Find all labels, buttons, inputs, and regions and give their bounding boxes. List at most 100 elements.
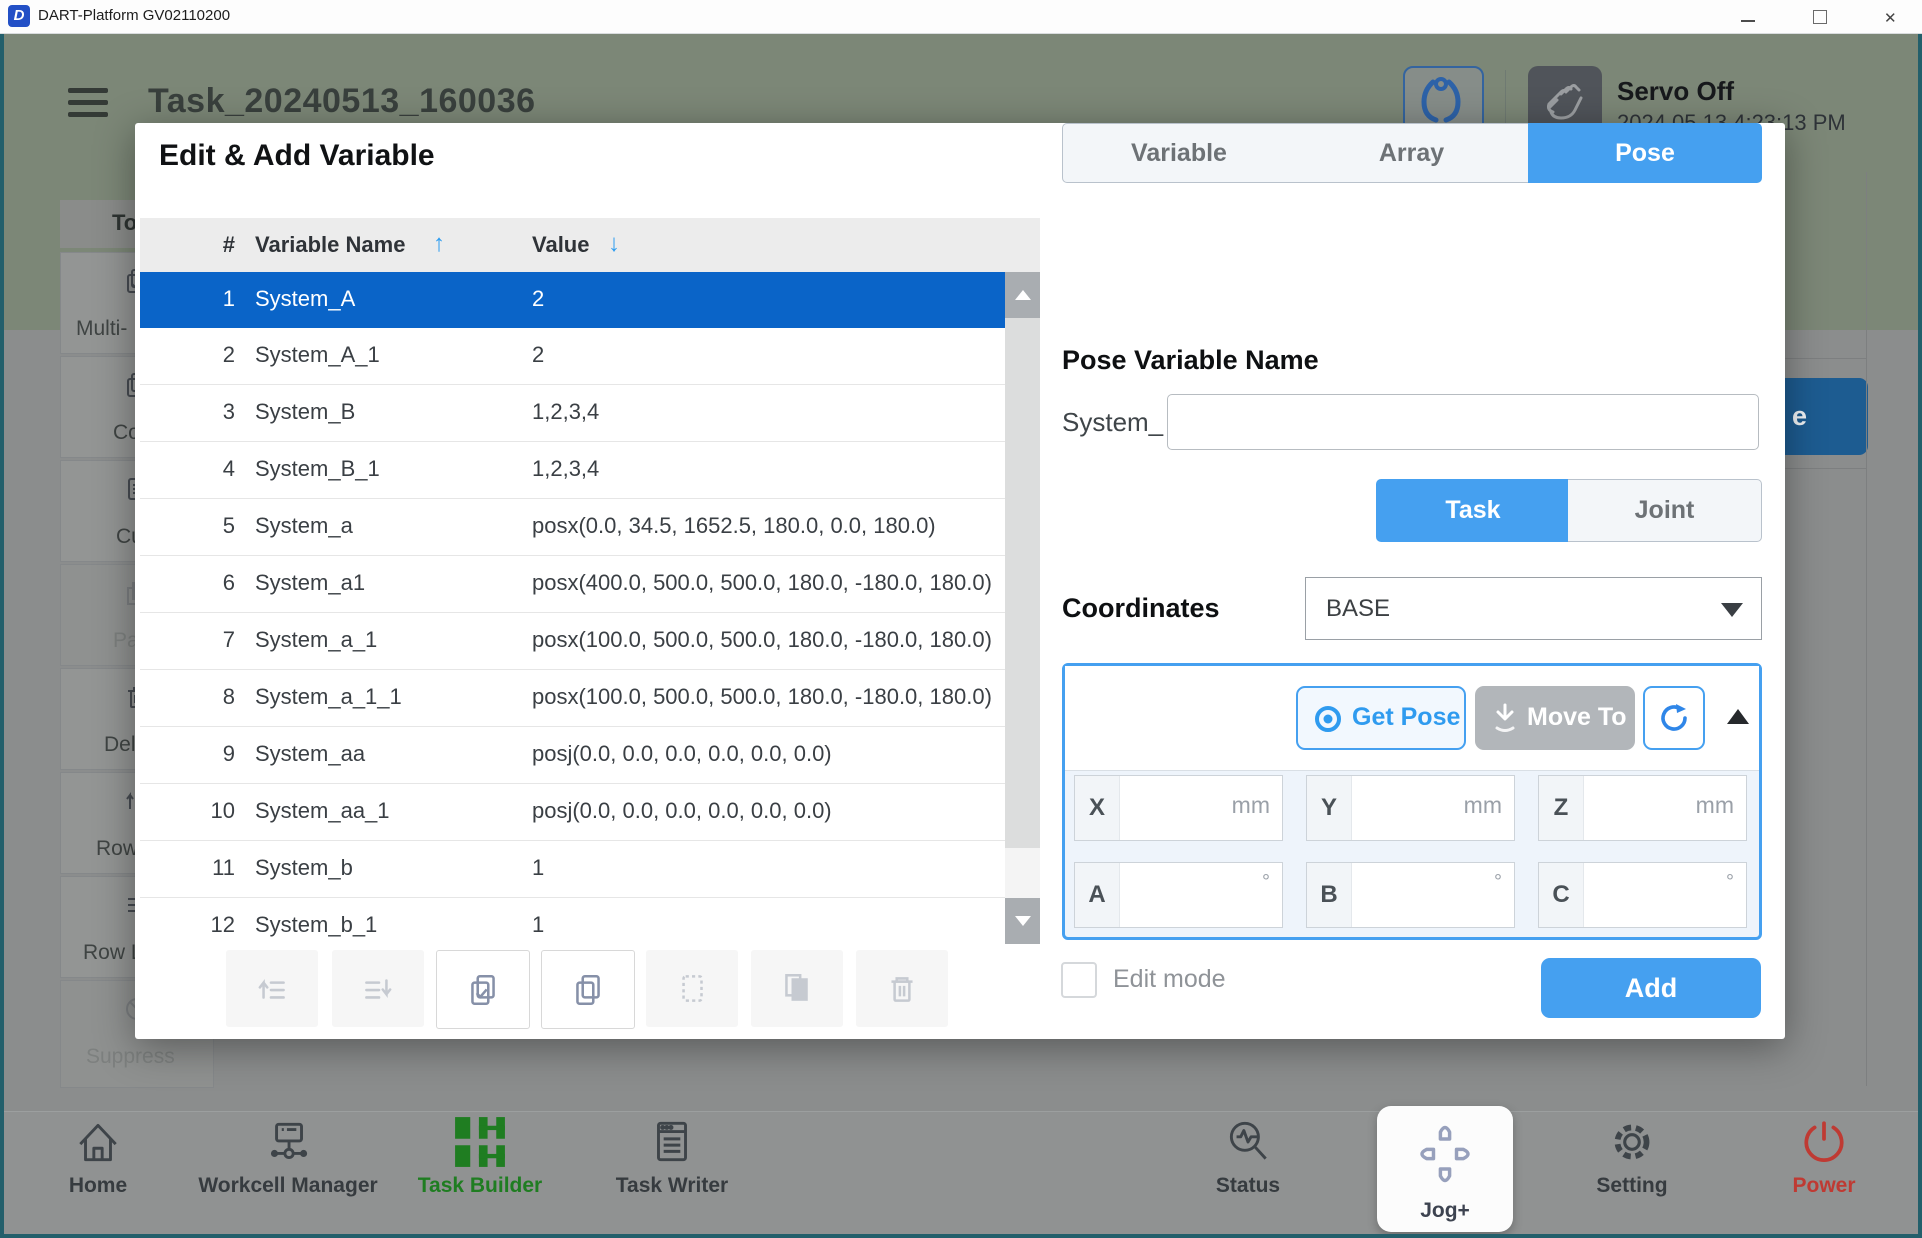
field-label: B	[1307, 863, 1352, 927]
table-cell: System_a_1_1	[255, 684, 402, 710]
table-cell: 12	[180, 912, 235, 938]
row-outdent-icon	[253, 970, 291, 1008]
tab-array[interactable]: Array	[1295, 123, 1529, 183]
table-row[interactable]: 5 System_a posx(0.0, 34.5, 1652.5, 180.0, …	[140, 499, 1005, 556]
delete-button[interactable]	[856, 950, 948, 1027]
table-row[interactable]: 8System_a_1_1posx(100.0, 500.0, 500.0, 1…	[140, 670, 1005, 727]
pose-field-x[interactable]: Xmm	[1074, 775, 1283, 841]
nav-workcell-manager[interactable]: Workcell Manager	[178, 1116, 398, 1228]
edit-mode-checkbox[interactable]	[1061, 962, 1097, 998]
coordinates-dropdown[interactable]: BASE	[1305, 577, 1762, 640]
table-cell: System_a1	[255, 570, 365, 596]
nav-setting[interactable]: Setting	[1542, 1116, 1722, 1228]
table-cell: 10	[180, 798, 235, 824]
coordinates-label: Coordinates	[1062, 593, 1220, 624]
copy-button[interactable]	[541, 950, 635, 1029]
field-unit: °	[1726, 871, 1734, 894]
scrollbar-thumb[interactable]	[1005, 318, 1040, 848]
add-button[interactable]: Add	[1541, 958, 1761, 1018]
nav-task-writer[interactable]: Task Writer	[582, 1116, 762, 1228]
task-builder-icon	[455, 1116, 505, 1168]
sidebar-item-label: Del	[104, 733, 136, 757]
window-close-button[interactable]: ✕	[1877, 6, 1907, 28]
table-row[interactable]: 6System_a1posx(400.0, 500.0, 500.0, 180.…	[140, 556, 1005, 613]
window-maximize-button[interactable]	[1805, 6, 1835, 28]
table-cell: System_B	[255, 399, 355, 425]
nav-task-builder[interactable]: Task Builder	[390, 1116, 570, 1228]
hand-icon	[1541, 78, 1589, 126]
row-indent-icon	[359, 970, 397, 1008]
table-cell: 1	[180, 286, 235, 312]
table-cell: 5	[180, 513, 235, 539]
toggle-joint[interactable]: Joint	[1568, 479, 1762, 542]
get-pose-button[interactable]: Get Pose	[1296, 686, 1466, 750]
table-row[interactable]: 12System_b_11	[140, 898, 1005, 944]
toggle-task[interactable]: Task	[1376, 479, 1570, 542]
field-unit: mm	[1696, 792, 1734, 819]
menu-hamburger-icon[interactable]	[68, 88, 108, 124]
table-row[interactable]: 2System_A_12	[140, 328, 1005, 385]
variable-name-input[interactable]	[1167, 394, 1759, 450]
table-row[interactable]: 3System_B1,2,3,4	[140, 385, 1005, 442]
select-all-button[interactable]	[436, 950, 530, 1029]
scroll-down-button[interactable]	[1005, 898, 1040, 944]
window-minimize-button[interactable]	[1733, 6, 1763, 28]
nav-jog[interactable]: Jog+	[1377, 1106, 1513, 1232]
duplicate-button[interactable]	[751, 950, 843, 1027]
table-row[interactable]: 7System_a_1posx(100.0, 500.0, 500.0, 180…	[140, 613, 1005, 670]
pose-field-z[interactable]: Zmm	[1538, 775, 1747, 841]
table-row[interactable]: 10System_aa_1posj(0.0, 0.0, 0.0, 0.0, 0.…	[140, 784, 1005, 841]
tab-pose[interactable]: Pose	[1528, 123, 1762, 183]
refresh-pose-button[interactable]	[1643, 686, 1705, 750]
copy-icon	[569, 971, 607, 1009]
pose-field-c[interactable]: C°	[1538, 862, 1747, 928]
paste-icon	[673, 970, 711, 1008]
row-indent-button[interactable]	[332, 950, 424, 1027]
column-value[interactable]: Value	[532, 232, 589, 258]
dialog-title: Edit & Add Variable	[159, 139, 435, 173]
window-close-icon: ✕	[1884, 9, 1897, 27]
table-scrollbar[interactable]	[1005, 272, 1040, 944]
arrow-up-icon	[1015, 290, 1031, 300]
select-all-icon	[464, 971, 502, 1009]
gripper-icon	[1419, 76, 1463, 126]
task-writer-icon	[646, 1116, 698, 1168]
nav-home[interactable]: Home	[38, 1116, 158, 1228]
hidden-save-button-fragment: e	[1776, 378, 1868, 455]
table-row[interactable]: 9System_aaposj(0.0, 0.0, 0.0, 0.0, 0.0, …	[140, 727, 1005, 784]
table-row[interactable]: 1System_A2	[140, 272, 1005, 328]
nav-power[interactable]: Power	[1734, 1116, 1914, 1228]
pose-field-y[interactable]: Ymm	[1306, 775, 1515, 841]
row-outdent-button[interactable]	[226, 950, 318, 1027]
field-label: Y	[1307, 776, 1352, 840]
sidebar-item-label: Row L	[83, 941, 143, 965]
table-cell: System_B_1	[255, 456, 380, 482]
table-cell: System_A_1	[255, 342, 380, 368]
frame-right	[1918, 33, 1922, 1238]
column-name[interactable]: Variable Name	[255, 232, 405, 258]
table-row[interactable]: 11System_b1	[140, 841, 1005, 898]
table-cell: System_A	[255, 286, 355, 312]
tab-variable[interactable]: Variable	[1062, 123, 1296, 183]
move-to-icon	[1489, 700, 1521, 736]
table-cell: System_a	[255, 513, 353, 539]
trash-icon	[883, 970, 921, 1008]
collapse-up-icon[interactable]	[1727, 709, 1749, 724]
paste-button[interactable]	[646, 950, 738, 1027]
sidebar-item-label: Row	[96, 837, 138, 861]
pose-variable-name-heading: Pose Variable Name	[1062, 345, 1319, 376]
move-to-button[interactable]: Move To	[1475, 686, 1635, 750]
scroll-up-button[interactable]	[1005, 272, 1040, 318]
field-label: A	[1075, 863, 1120, 927]
sort-desc-icon[interactable]: ↓	[608, 230, 620, 258]
frame-left	[0, 33, 4, 1238]
table-cell: posx(0.0, 34.5, 1652.5, 180.0, 0.0, 180.…	[532, 513, 936, 539]
table-row[interactable]: 4System_B_11,2,3,4	[140, 442, 1005, 499]
nav-label: Task Writer	[582, 1174, 762, 1198]
table-cell: 1,2,3,4	[532, 456, 599, 482]
pose-field-a[interactable]: A°	[1074, 862, 1283, 928]
table-cell: 3	[180, 399, 235, 425]
nav-status[interactable]: Status	[1158, 1116, 1338, 1228]
sort-asc-icon[interactable]: ↑	[433, 230, 445, 258]
pose-field-b[interactable]: B°	[1306, 862, 1515, 928]
